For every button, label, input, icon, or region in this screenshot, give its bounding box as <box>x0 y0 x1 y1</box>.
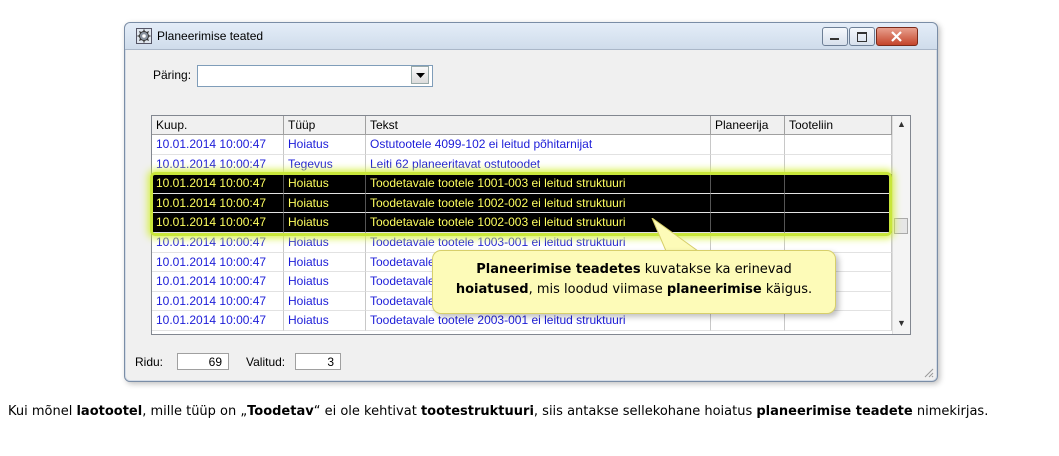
cell-date: 10.01.2014 10:00:47 <box>152 135 284 155</box>
callout-text-1: kuvatakse ka erinevad <box>640 262 792 277</box>
cell-type: Hoiatus <box>284 193 366 214</box>
column-header-text[interactable]: Tekst <box>366 116 711 135</box>
callout-bold-1: Planeerimise teadetes <box>476 262 641 277</box>
column-header-type[interactable]: Tüüp <box>284 116 366 135</box>
cell-product-line <box>785 213 892 233</box>
gear-icon <box>136 28 152 44</box>
callout-pointer <box>651 218 700 252</box>
query-value <box>198 69 202 83</box>
scroll-thumb[interactable] <box>894 218 908 234</box>
cell-type: Tegevus <box>284 154 366 175</box>
cell-product-line <box>785 174 892 194</box>
cell-planner <box>711 193 785 214</box>
cell-text: Leiti 62 planeeritavat ostutoodet <box>366 154 711 175</box>
cell-date: 10.01.2014 10:00:47 <box>152 272 284 292</box>
close-button[interactable] <box>876 27 918 46</box>
cell-type: Hoiatus <box>284 272 366 292</box>
cell-type: Hoiatus <box>284 311 366 331</box>
cell-date: 10.01.2014 10:00:47 <box>152 311 284 331</box>
cell-date: 10.01.2014 10:00:47 <box>152 232 284 253</box>
caption-bold-1: laotootel <box>76 404 143 419</box>
selected-count: 3 <box>295 353 341 370</box>
cell-type: Hoiatus <box>284 252 366 273</box>
cell-product-line <box>785 154 892 175</box>
column-header-planner[interactable]: Planeerija <box>711 116 785 135</box>
vertical-scrollbar[interactable]: ▲ ▼ <box>892 116 910 334</box>
column-header-product-line[interactable]: Tooteliin <box>785 116 892 135</box>
cell-date: 10.01.2014 10:00:47 <box>152 291 284 312</box>
table-row[interactable]: 10.01.2014 10:00:47 Hoiatus Toodetavale to… <box>152 311 892 331</box>
caption-part-3: “ ei ole kehtivat <box>313 404 421 419</box>
table-row[interactable]: 10.01.2014 10:00:47 Hoiatus Toodetavale to… <box>152 193 892 214</box>
cell-planner <box>711 311 785 331</box>
callout-note: Planeerimise teadetes kuvatakse ka erine… <box>432 250 836 314</box>
caption-bold-3: tootestruktuuri <box>420 404 534 419</box>
table-row[interactable]: 10.01.2014 10:00:47 Hoiatus Ostutootele 40… <box>152 135 892 155</box>
caption-part-2: , mille tüüp on „ <box>142 404 248 419</box>
caption-part-4: , siis antakse sellekohane hoiatus <box>533 404 757 419</box>
cell-planner <box>711 174 785 194</box>
cell-text: Ostutootele 4099-102 ei leitud põhitarni… <box>366 135 711 155</box>
cell-date: 10.01.2014 10:00:47 <box>152 213 284 233</box>
selected-label: Valitud: <box>246 355 286 369</box>
cell-date: 10.01.2014 10:00:47 <box>152 252 284 273</box>
cell-type: Hoiatus <box>284 174 366 194</box>
cell-product-line <box>785 311 892 331</box>
table-row[interactable]: 10.01.2014 10:00:47 Tegevus Leiti 62 plane… <box>152 154 892 175</box>
callout-bold-3: planeerimise <box>666 282 762 297</box>
scroll-up-icon[interactable]: ▲ <box>897 119 906 129</box>
cell-date: 10.01.2014 10:00:47 <box>152 174 284 194</box>
minimize-button[interactable] <box>822 27 848 46</box>
table-row[interactable]: 10.01.2014 10:00:47 Hoiatus Toodetavale to… <box>152 174 892 194</box>
query-dropdown-button[interactable] <box>411 66 429 84</box>
planning-messages-window: Planeerimise teated Päring: Kuup. Tüüp T… <box>124 22 938 382</box>
maximize-icon <box>857 32 867 42</box>
resize-grip-icon[interactable] <box>923 367 934 378</box>
cell-planner <box>711 154 785 175</box>
cell-type: Hoiatus <box>284 291 366 312</box>
callout-text-3: käigus. <box>761 282 813 297</box>
cell-date: 10.01.2014 10:00:47 <box>152 193 284 214</box>
cell-product-line <box>785 135 892 155</box>
query-combobox[interactable] <box>197 65 433 87</box>
window-title: Planeerimise teated <box>157 29 264 43</box>
cell-planner <box>711 213 785 233</box>
cell-text: Toodetavale tootele 1001-003 ei leitud s… <box>366 174 711 194</box>
minimize-icon <box>830 38 839 40</box>
chevron-down-icon <box>416 73 425 78</box>
table-row[interactable]: 10.01.2014 10:00:47 Hoiatus Toodetavale to… <box>152 213 892 233</box>
cell-planner <box>711 135 785 155</box>
cell-text: Toodetavale tootele 2003-001 ei leitud s… <box>366 311 711 331</box>
cell-product-line <box>785 193 892 214</box>
caption-text: Kui mõnel laotootel, mille tüüp on „Tood… <box>8 402 1053 421</box>
caption-part-5: nimekirjas. <box>912 404 989 419</box>
callout-bold-2: hoiatused <box>455 282 529 297</box>
table-header: Kuup. Tüüp Tekst Planeerija Tooteliin <box>152 116 892 135</box>
query-label: Päring: <box>153 68 192 82</box>
caption-part-1: Kui mõnel <box>8 404 77 419</box>
rows-label: Ridu: <box>135 355 164 369</box>
cell-type: Hoiatus <box>284 135 366 155</box>
close-icon <box>891 31 902 42</box>
cell-date: 10.01.2014 10:00:47 <box>152 154 284 175</box>
cell-type: Hoiatus <box>284 232 366 253</box>
title-bar[interactable]: Planeerimise teated <box>125 23 937 50</box>
caption-bold-2: Toodetav <box>247 404 314 419</box>
scroll-down-icon[interactable]: ▼ <box>897 318 906 328</box>
column-header-date[interactable]: Kuup. <box>152 116 284 135</box>
rows-count: 69 <box>177 353 229 370</box>
cell-type: Hoiatus <box>284 213 366 233</box>
callout-text-2: , mis loodud viimase <box>528 282 667 297</box>
caption-bold-4: planeerimise teadete <box>756 404 913 419</box>
cell-text: Toodetavale tootele 1002-002 ei leitud s… <box>366 193 711 214</box>
maximize-button[interactable] <box>849 27 875 46</box>
